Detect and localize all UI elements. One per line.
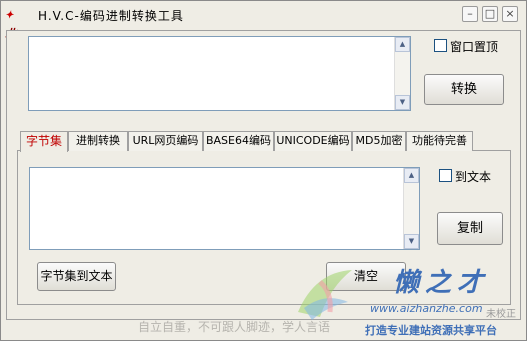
pin-window-label[interactable]: 窗口置顶 bbox=[450, 38, 498, 55]
input-textarea-box: ▲ ▼ bbox=[28, 36, 411, 111]
scroll-down-icon[interactable]: ▼ bbox=[404, 234, 419, 249]
output-scrollbar[interactable]: ▲ ▼ bbox=[403, 168, 419, 249]
to-text-checkbox[interactable] bbox=[439, 169, 452, 182]
pin-window-checkbox[interactable] bbox=[434, 39, 447, 52]
window-title: H.V.C-编码进制转换工具 bbox=[38, 9, 184, 23]
app-icon: ✦北 bbox=[5, 10, 17, 41]
scroll-up-icon[interactable]: ▲ bbox=[404, 168, 419, 183]
tab-unicode-encode[interactable]: UNICODE编码 bbox=[274, 131, 352, 151]
to-text-label[interactable]: 到文本 bbox=[455, 168, 491, 185]
convert-button[interactable]: 转换 bbox=[424, 74, 504, 105]
tab-base64-encode[interactable]: BASE64编码 bbox=[203, 131, 274, 151]
maximize-button[interactable]: □ bbox=[482, 6, 498, 22]
tab-md5-encrypt[interactable]: MD5加密 bbox=[352, 131, 406, 151]
close-button[interactable]: × bbox=[502, 6, 518, 22]
tab-url-encode[interactable]: URL网页编码 bbox=[128, 131, 203, 151]
output-textarea[interactable] bbox=[30, 168, 406, 249]
watermark-clock: 未校正 bbox=[486, 309, 516, 320]
input-scrollbar[interactable]: ▲ ▼ bbox=[394, 37, 410, 110]
scroll-up-icon[interactable]: ▲ bbox=[395, 37, 410, 52]
minimize-button[interactable]: – bbox=[462, 6, 478, 22]
tab-radix-convert[interactable]: 进制转换 bbox=[68, 131, 128, 151]
input-textarea[interactable] bbox=[29, 37, 397, 110]
copy-button[interactable]: 复制 bbox=[437, 212, 503, 245]
tab-charset[interactable]: 字节集 bbox=[20, 131, 68, 152]
watermark-slogan: 打造专业建站资源共享平台 bbox=[365, 324, 497, 337]
watermark-logo-icon bbox=[298, 270, 352, 320]
output-textarea-box: ▲ ▼ bbox=[29, 167, 420, 250]
charset-to-text-button[interactable]: 字节集到文本 bbox=[37, 262, 116, 291]
watermark-brand: 懒之才 bbox=[393, 268, 490, 298]
watermark-url: www.aizhanzhe.com bbox=[370, 302, 483, 315]
tab-pending-features[interactable]: 功能待完善 bbox=[406, 131, 473, 151]
scroll-down-icon[interactable]: ▼ bbox=[395, 95, 410, 110]
